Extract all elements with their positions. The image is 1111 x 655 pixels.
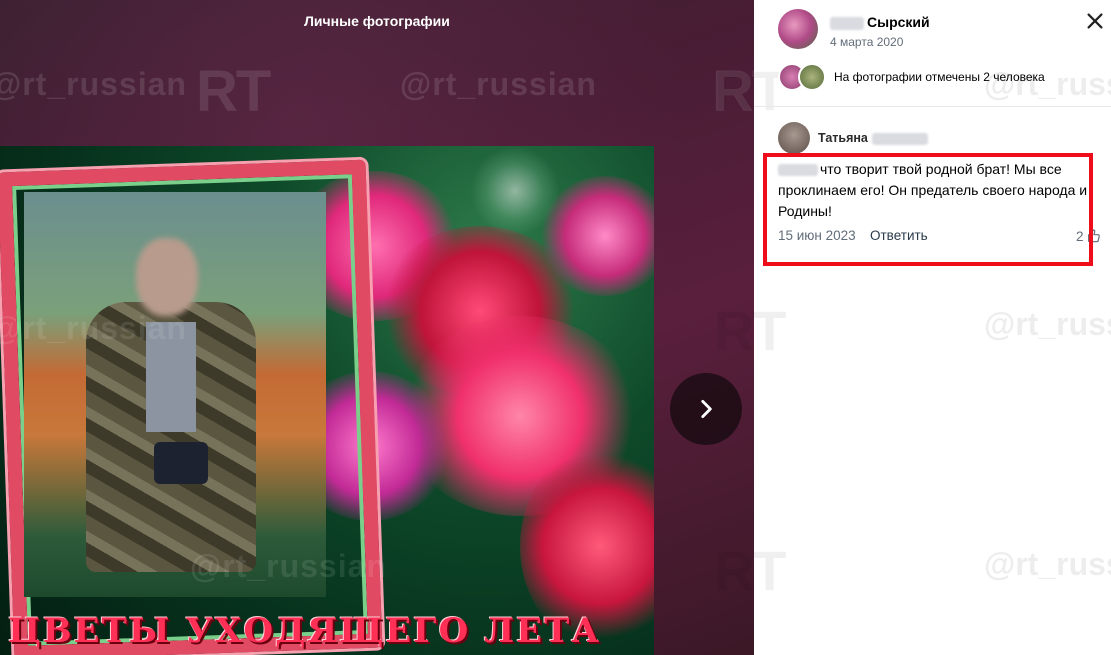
tagged-avatar: [798, 63, 826, 91]
watermark: @rt_russian: [984, 306, 1111, 342]
blurred-face: [136, 238, 198, 316]
comment-avatar[interactable]: [778, 122, 810, 154]
chevron-right-icon: [701, 400, 712, 418]
watermark-logo: RT: [714, 539, 787, 602]
photo-caption: ЦВЕТЫ УХОДЯЩЕГО ЛЕТА: [8, 611, 602, 651]
album-title[interactable]: Личные фотографии: [0, 13, 754, 29]
divider: [754, 106, 1111, 107]
comment-author[interactable]: Татьяна: [818, 131, 928, 145]
watermark: @rt_russian: [984, 546, 1111, 582]
info-panel: RT @rt_russian RT @rt_russian RT @rt_rus…: [714, 0, 1111, 655]
next-photo-button[interactable]: [670, 373, 742, 445]
redacted-name: [830, 16, 864, 30]
watermark: @rt_russian: [0, 66, 187, 102]
comment-highlight-box: [763, 153, 1093, 266]
tagged-people[interactable]: На фотографии отмечены 2 человека: [778, 63, 1045, 91]
author-avatar[interactable]: [778, 9, 818, 49]
watermark: @rt_russian: [190, 548, 387, 584]
photo-portrait: [24, 192, 326, 597]
watermark-logo: RT: [714, 299, 787, 362]
redacted-surname: [871, 132, 928, 145]
watermark-logo: RT: [714, 59, 787, 122]
post-date[interactable]: 4 марта 2020: [830, 35, 903, 49]
author-name[interactable]: Сырский: [830, 14, 930, 30]
watermark: @rt_russian: [400, 66, 597, 102]
close-icon[interactable]: [1084, 10, 1106, 32]
watermark-logo: RT: [196, 59, 271, 124]
tagged-text: На фотографии отмечены 2 человека: [834, 70, 1045, 84]
photo-viewer: Личные фотографии @rt_russian RT @rt_rus…: [0, 0, 754, 655]
watermark: @rt_russian: [0, 310, 187, 346]
